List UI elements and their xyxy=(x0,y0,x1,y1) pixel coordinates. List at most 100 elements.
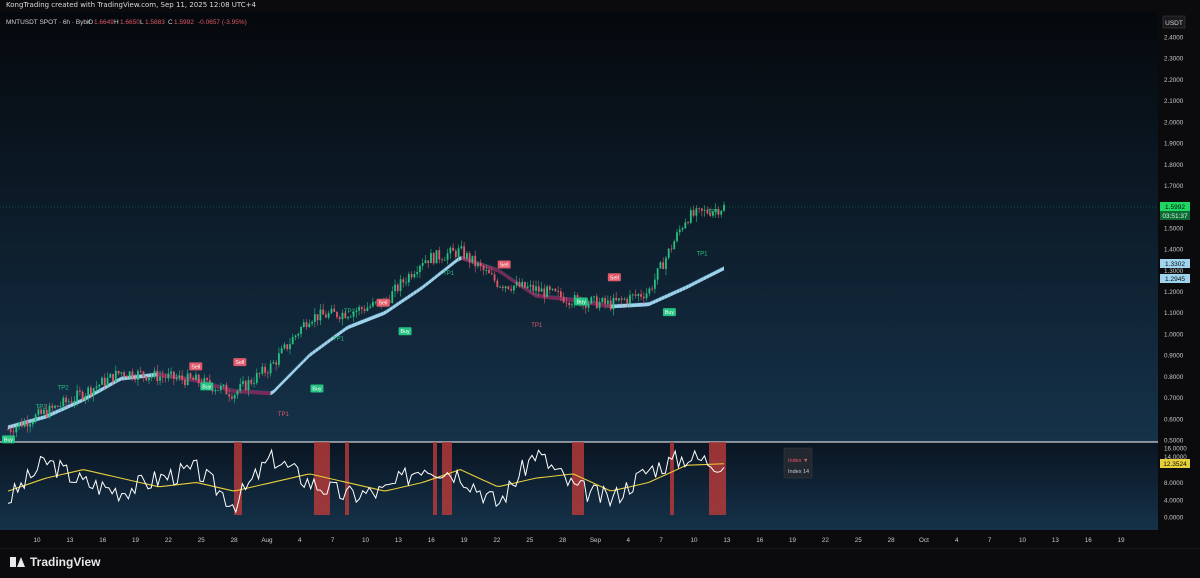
candle-body xyxy=(131,371,134,379)
time-tick-label: 19 xyxy=(789,537,797,544)
candle-body xyxy=(623,298,626,300)
candle-body xyxy=(482,265,485,271)
legend-arrow-icon: ▼ xyxy=(803,458,808,464)
indicator-value: 12.3524 xyxy=(1163,461,1187,468)
ribbon-segment xyxy=(640,302,644,307)
candle-body xyxy=(474,255,477,267)
time-tick-label: 13 xyxy=(723,537,731,544)
candle-body xyxy=(645,293,648,299)
time-tick-label: 7 xyxy=(331,537,335,544)
candle-body xyxy=(87,387,90,396)
candle-body xyxy=(330,308,333,314)
time-tick-label: 22 xyxy=(493,537,501,544)
candle-body xyxy=(407,273,410,283)
candle-body xyxy=(360,307,363,310)
ribbon-lower-value: 1.2945 xyxy=(1165,276,1185,283)
candle-body xyxy=(253,383,255,384)
candle-body xyxy=(148,377,150,381)
sell-signal-label: Sell xyxy=(379,301,388,307)
ribbon-segment xyxy=(249,390,253,395)
candle-body xyxy=(336,311,338,318)
candle-body xyxy=(609,300,612,310)
candle-body xyxy=(289,344,291,350)
low-label: L xyxy=(140,19,144,26)
candle-body xyxy=(29,424,32,427)
candle-body xyxy=(297,333,300,336)
candle-body xyxy=(161,376,164,378)
chart-svg[interactable]: MNTUSDT SPOT · 6h · Bybit O 1.6649 H 1.6… xyxy=(0,12,1200,548)
candle-body xyxy=(593,296,595,298)
candle-body xyxy=(316,314,319,321)
time-tick-label: 19 xyxy=(132,537,140,544)
currency-label: USDT xyxy=(1165,20,1183,27)
price-tick-label: 0.7000 xyxy=(1164,395,1184,402)
candle-body xyxy=(416,272,419,275)
candle-body xyxy=(349,316,352,318)
candle-body xyxy=(9,429,12,432)
candle-body xyxy=(695,208,698,216)
ribbon-upper-value: 1.3302 xyxy=(1165,261,1185,268)
time-tick-label: 19 xyxy=(461,537,469,544)
candle-body xyxy=(676,232,678,242)
time-tick-label: 13 xyxy=(66,537,74,544)
legend-item-index: Index xyxy=(788,458,802,464)
candle-body xyxy=(399,279,402,292)
candle-body xyxy=(117,370,120,374)
candle-body xyxy=(521,281,524,287)
candle-body xyxy=(70,401,73,403)
candle-body xyxy=(255,373,258,384)
candle-body xyxy=(548,286,551,290)
candle-body xyxy=(692,210,695,216)
candle-body xyxy=(435,250,438,264)
candle-body xyxy=(490,273,493,275)
last-price-value: 1.5992 xyxy=(1165,204,1185,211)
candle-body xyxy=(355,310,358,313)
candle-body xyxy=(239,383,242,391)
price-tick-label: 0.6000 xyxy=(1164,416,1184,423)
candle-body xyxy=(214,390,217,392)
tp1-label: TP1 xyxy=(278,412,290,418)
price-tick-label: 2.2000 xyxy=(1164,77,1184,84)
price-tick-label: 0.5000 xyxy=(1164,438,1184,445)
candle-body xyxy=(15,426,18,433)
tradingview-logo[interactable]: TradingView xyxy=(10,555,100,569)
candle-body xyxy=(457,248,460,257)
candle-body xyxy=(156,370,159,382)
candle-body xyxy=(524,281,526,288)
time-tick-label: 13 xyxy=(1052,537,1060,544)
candle-body xyxy=(26,421,29,427)
indicator-legend[interactable]: Index ▼ Index 14 xyxy=(783,447,813,479)
candle-body xyxy=(178,375,181,378)
change-value: -0.0657 (-3.95%) xyxy=(198,19,247,26)
candle-body xyxy=(629,295,631,304)
price-tick-label: 2.3000 xyxy=(1164,56,1184,63)
candle-body xyxy=(12,431,15,433)
candle-body xyxy=(546,286,548,298)
candle-body xyxy=(195,374,197,380)
candle-body xyxy=(642,296,645,299)
price-tick-label: 1.0000 xyxy=(1164,331,1184,338)
candle-body xyxy=(507,286,510,289)
candle-body xyxy=(175,377,178,379)
ribbon-segment xyxy=(246,389,250,395)
candle-body xyxy=(678,229,681,233)
ribbon-segment xyxy=(556,296,560,301)
candle-body xyxy=(231,396,233,399)
overbought-zone xyxy=(709,442,726,515)
candle-body xyxy=(308,323,311,328)
candle-body xyxy=(501,286,504,289)
candle-body xyxy=(700,208,703,211)
ribbon-segment xyxy=(264,390,268,396)
tp1-label: TP1 xyxy=(443,271,455,277)
candle-body xyxy=(394,284,396,292)
candle-body xyxy=(687,222,689,224)
chart-area[interactable]: MNTUSDT SPOT · 6h · Bybit O 1.6649 H 1.6… xyxy=(0,12,1200,548)
time-tick-label: 22 xyxy=(165,537,173,544)
candle-body xyxy=(184,379,186,386)
high-label: H xyxy=(114,19,119,26)
candle-body xyxy=(219,385,222,391)
open-value: 1.6649 xyxy=(94,19,114,26)
candle-body xyxy=(405,282,407,284)
tradingview-logo-icon xyxy=(10,557,25,567)
candle-body xyxy=(120,372,123,374)
